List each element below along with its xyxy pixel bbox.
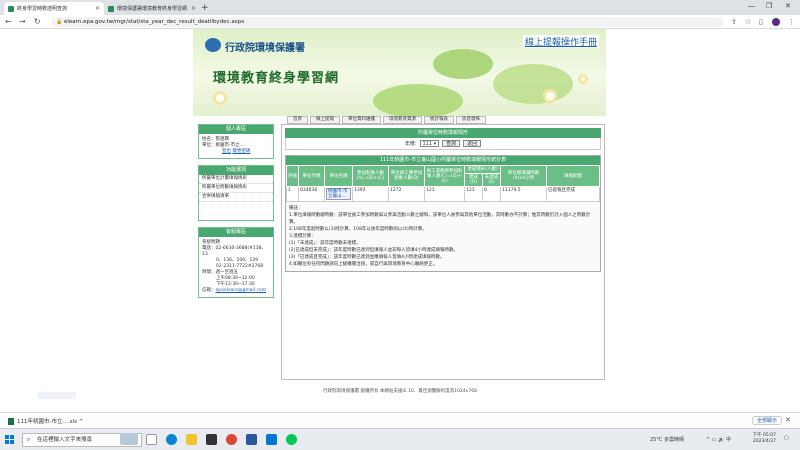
contact-panel: 客服專區 系統問題 電話：02-6630-3688(#138、13 0、136、…: [198, 227, 274, 298]
show-all-button[interactable]: 全部顯示: [752, 416, 783, 425]
menu-item-resources[interactable]: 環境教育資源: [383, 116, 422, 124]
main-menu: 首頁 線上提報 單位資料維護 環境教育資源 統計報表 訊息發佈: [287, 116, 486, 124]
new-tab-icon[interactable]: +: [201, 3, 209, 13]
minimize-icon[interactable]: —: [748, 2, 755, 10]
landscape-widget-icon: [120, 433, 138, 445]
excel-file-icon: [8, 418, 14, 425]
user-name: 張遼霖: [215, 137, 230, 142]
query-button[interactable]: 查詢: [442, 140, 461, 147]
main-content: 所屬單位時數填報情形 年度: 111 ▾ 查詢 返回 111年桃園市-市立龜山國…: [281, 124, 605, 380]
mail-icon[interactable]: [266, 434, 277, 445]
bookmark-star-icon[interactable]: ☆: [745, 18, 751, 26]
site-banner: 行政院環境保護署 環境教育終身學習網 線上提報操作手冊: [193, 29, 606, 116]
maximize-icon[interactable]: ❐: [766, 2, 772, 10]
functions-panel: 功能選項 所屬單位計畫填報情形 所屬單位時數填報情形 合併填報清單: [198, 165, 274, 221]
panel-title: 客服專區: [199, 228, 273, 237]
address-bar: ← → ↻ 🔒 elearn.epa.gov.tw/mgr/stat/sta_y…: [0, 15, 800, 29]
flower-decoration: [578, 74, 588, 84]
close-window-icon[interactable]: ✕: [785, 2, 791, 10]
chrome-icon[interactable]: [226, 434, 237, 445]
windows-start-icon[interactable]: [5, 435, 14, 444]
user-unit: 桃園市-市立...: [215, 143, 244, 148]
browser-tab-bar: 終身學習時數證明查詢 × 環境保護署環境教育終身學習網 × + — ❐ ✕: [0, 0, 800, 15]
panel-title: 個人專區: [199, 125, 273, 134]
lock-icon: 🔒: [56, 19, 63, 25]
table-row: 1 034636 桃園市-市立龜山... 1393 1272 121 121 0…: [286, 186, 600, 202]
site-title: 環境教育終身學習網: [213, 71, 340, 86]
taskbar: ⌕ 在這裡輸入文字來搜尋 25°C 多雲時晴 ^ ▭ 🔊 中 下午 05:07 …: [0, 428, 800, 450]
reload-icon[interactable]: ↻: [34, 17, 41, 27]
filter-bar: 年度: 111 ▾ 查詢 返回: [285, 138, 601, 150]
flower-decoration: [543, 89, 557, 103]
edge-icon[interactable]: [166, 434, 177, 445]
status-cell: 已提報且完成: [546, 186, 600, 202]
downloaded-file[interactable]: 111年桃園市-市立....xls ^: [8, 417, 83, 425]
leaf-decoration: [493, 64, 573, 104]
function-item[interactable]: 所屬單位時數填報情形: [199, 184, 273, 193]
report-table: 序號 單位代碼 單位名稱 參加對象人數(A)=(B)+(C) 單位員工應參加對象…: [286, 165, 600, 202]
notes: 備註： 1.單位填報時數總時數：該單位員工參加時數與以參與活動人數之總和，該單位…: [286, 202, 600, 271]
close-tab-icon[interactable]: ×: [95, 5, 100, 12]
sidepanel-icon[interactable]: ▯: [759, 18, 763, 26]
logout-link[interactable]: 登出: [222, 149, 231, 154]
content-header: 所屬單位時數填報情形: [285, 128, 601, 138]
report-table-container: 111年桃園市-市立龜山國小所屬單位時數填報情形統計表 序號 單位代碼 單位名稱…: [285, 155, 601, 272]
url-input[interactable]: 🔒 elearn.epa.gov.tw/mgr/stat/sta_year_de…: [52, 17, 724, 27]
menu-item-home[interactable]: 首頁: [287, 116, 308, 124]
site-favicon: [108, 5, 114, 12]
close-download-bar-icon[interactable]: ✕: [785, 416, 791, 424]
leaf-decoration: [433, 49, 493, 79]
chevron-up-icon[interactable]: ^: [79, 419, 84, 425]
sidebar: 個人專區 姓名：張遼霖 單位：桃園市-市立... 登出 變更密碼 功能選項 所屬…: [198, 124, 274, 304]
menu-item-unit[interactable]: 單位資料維護: [342, 116, 381, 124]
leaf-decoration: [373, 84, 463, 116]
menu-item-statistics[interactable]: 統計報表: [424, 116, 454, 124]
flower-decoration: [213, 91, 227, 105]
notification-icon[interactable]: ▢: [784, 435, 789, 441]
manual-link[interactable]: 線上提報操作手冊: [523, 35, 600, 48]
back-button[interactable]: 返回: [463, 140, 482, 147]
function-item[interactable]: 所屬單位計畫填報情形: [199, 175, 273, 184]
search-icon: ⌕: [27, 436, 31, 443]
file-explorer-icon[interactable]: [186, 434, 197, 445]
support-email-link[interactable]: epaelearn@gmail.com: [216, 288, 267, 293]
back-icon[interactable]: ←: [5, 17, 12, 27]
site-footer: 行政院環境保護署 版權所有 本網站支援IE 10、最佳瀏覽解析度為1024x76…: [323, 389, 477, 394]
menu-item-report[interactable]: 線上提報: [310, 116, 340, 124]
menu-dots-icon[interactable]: ⋮: [788, 18, 795, 26]
browser-tab[interactable]: 環境保護署環境教育終身學習網 ×: [104, 2, 200, 15]
system-tray-icons[interactable]: ^ ▭ 🔊 中: [706, 436, 731, 443]
store-icon[interactable]: [206, 434, 217, 445]
epa-logo-icon: [205, 38, 221, 52]
download-bar: 111年桃園市-市立....xls ^ 全部顯示 ✕: [0, 412, 800, 428]
change-password-link[interactable]: 變更密碼: [232, 149, 250, 154]
ghost-element: [38, 392, 76, 399]
panel-title: 功能選項: [199, 166, 273, 175]
share-icon[interactable]: ⇪: [731, 18, 737, 26]
clock[interactable]: 下午 05:07 2023/4/27: [746, 433, 776, 445]
task-view-icon[interactable]: [146, 434, 157, 445]
function-item[interactable]: 合併填報清單: [199, 193, 273, 202]
profile-avatar[interactable]: [772, 18, 780, 26]
agency-name: 行政院環境保護署: [225, 43, 305, 54]
menu-item-news[interactable]: 訊息發佈: [456, 116, 486, 124]
year-select[interactable]: 111 ▾: [419, 140, 440, 147]
weather-widget[interactable]: 25°C 多雲時晴: [650, 436, 684, 443]
report-title: 111年桃園市-市立龜山國小所屬單位時數填報情形統計表: [286, 156, 600, 165]
word-icon[interactable]: [246, 434, 257, 445]
unit-detail-button[interactable]: 桃園市-市立龜山...: [326, 188, 351, 200]
personal-panel: 個人專區 姓名：張遼霖 單位：桃園市-市立... 登出 變更密碼: [198, 124, 274, 159]
forward-icon[interactable]: →: [19, 17, 26, 27]
site-favicon: [8, 5, 14, 12]
line-icon[interactable]: [286, 434, 297, 445]
browser-tab-active[interactable]: 終身學習時數證明查詢 ×: [4, 2, 104, 15]
close-tab-icon[interactable]: ×: [191, 5, 196, 12]
